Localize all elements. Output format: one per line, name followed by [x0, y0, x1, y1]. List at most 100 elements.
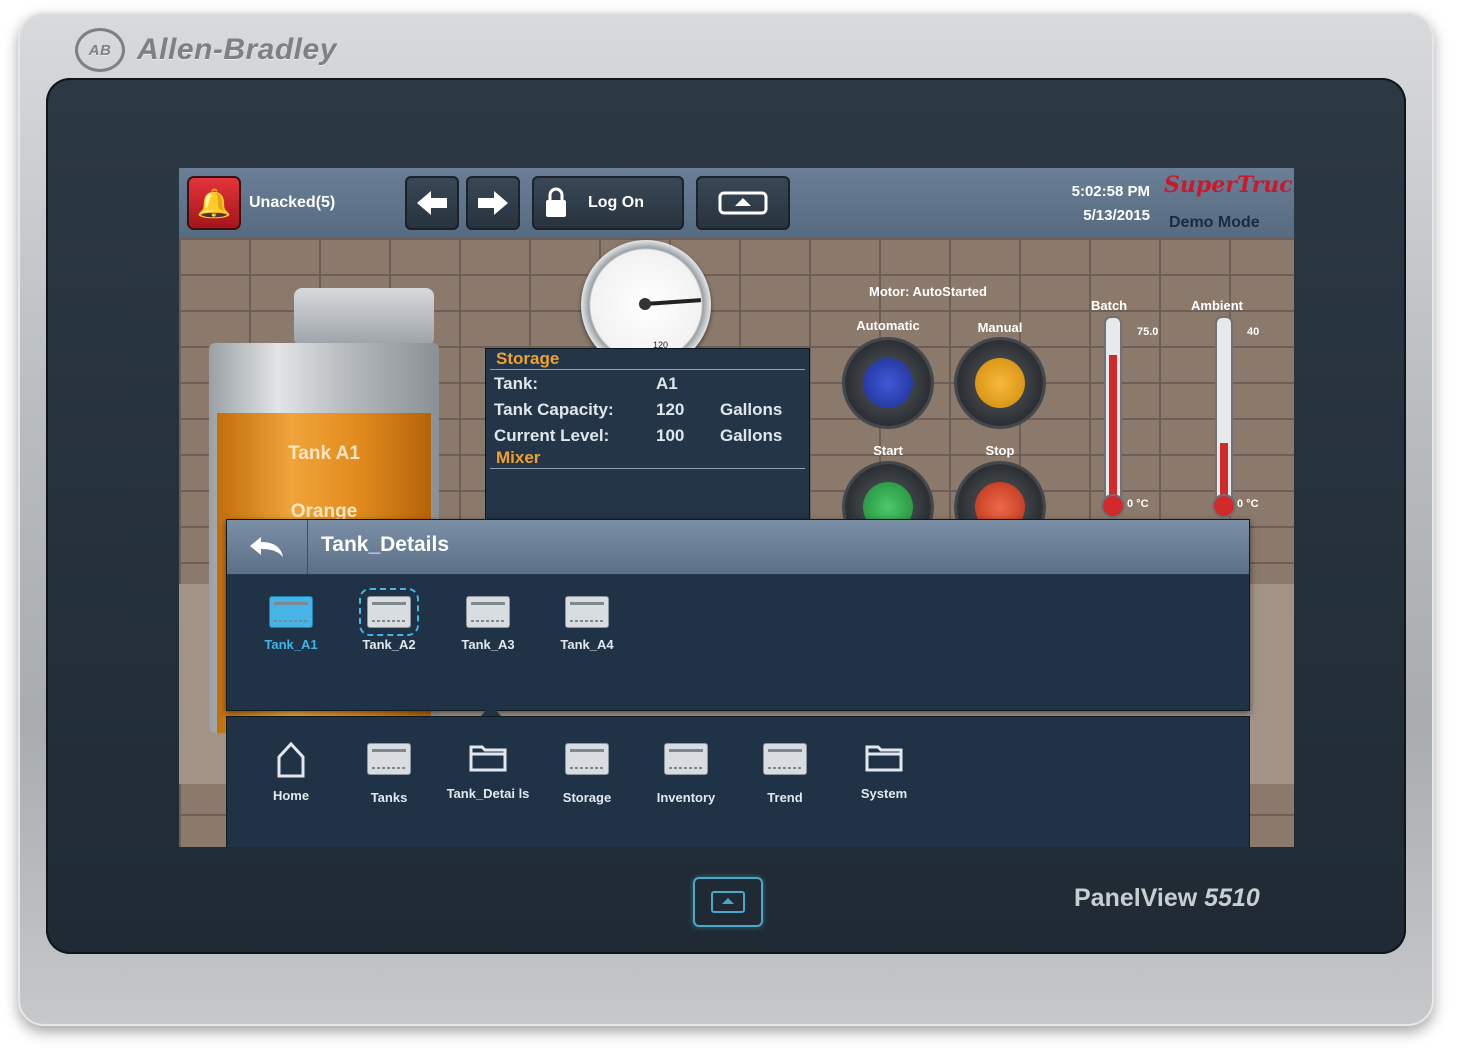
nav-item-storage[interactable]: Storage — [541, 743, 633, 806]
info-value: 100 — [656, 426, 685, 445]
nav-label: Home — [272, 788, 310, 803]
manual-button-cap — [975, 358, 1025, 408]
nav-item-tank-details[interactable]: Tank_Detai ls — [442, 741, 534, 802]
panel-title: Tank_Details — [321, 533, 449, 556]
alarm-bell-icon[interactable]: 🔔 — [189, 178, 239, 228]
display-screen-icon — [466, 596, 510, 628]
tank-a2-item[interactable]: Tank_A2 — [343, 588, 435, 653]
time-text: 5:02:58 PM — [1071, 183, 1150, 200]
demo-mode-label: Demo Mode — [1169, 214, 1260, 231]
panel-back-button[interactable] — [227, 520, 308, 574]
info-unit: Gallons — [720, 400, 783, 419]
display-screen-icon — [664, 743, 708, 775]
model-number: 5510 — [1204, 884, 1260, 912]
info-key: Tank: — [494, 374, 539, 393]
info-key: Tank Capacity: — [494, 400, 614, 419]
show-navigation-button[interactable] — [696, 176, 790, 230]
batch-temp-value: 75.0 — [1137, 326, 1159, 338]
nav-label: Inventory — [656, 790, 716, 805]
storage-header: Storage — [490, 349, 805, 370]
folder-icon — [865, 745, 903, 772]
automatic-button[interactable] — [845, 340, 931, 426]
manual-button[interactable] — [957, 340, 1043, 426]
tank-a3-item[interactable]: Tank_A3 — [442, 596, 534, 653]
arrow-left-icon — [417, 191, 447, 215]
item-label: Tank_A3 — [461, 637, 515, 652]
back-curved-arrow-icon — [250, 537, 283, 557]
info-row: Current Level: 100 Gallons — [486, 422, 809, 448]
navigation-menu: Home Tanks Tank_Detai ls Storage Invento… — [226, 716, 1250, 847]
tank-details-header: Tank_Details — [227, 520, 1249, 575]
batch-thermometer-bulb — [1101, 494, 1125, 518]
arrow-right-icon — [478, 191, 508, 215]
ambient-temp-value: 40 — [1247, 326, 1260, 338]
ambient-temp-label: Ambient — [1191, 298, 1243, 313]
tank-a1-item[interactable]: Tank_A1 — [245, 596, 337, 653]
folder-icon — [469, 745, 507, 772]
eject-up-icon — [711, 891, 745, 913]
motor-status-title: Motor: AutoStarted — [869, 284, 987, 299]
clock-display: 5:02:58 PM 5/13/2015 — [1044, 180, 1150, 228]
nav-item-system[interactable]: System — [838, 741, 930, 802]
nav-item-home[interactable]: Home — [245, 741, 337, 804]
storage-info-panel: Storage Tank: A1 Tank Capacity: 120 Gall… — [485, 348, 810, 540]
mixer-motor-graphic — [294, 288, 434, 346]
model-label: PanelView 5510 — [1074, 884, 1260, 913]
ab-logo-icon: AB — [75, 28, 125, 72]
info-key: Current Level: — [494, 426, 610, 445]
display-screen-icon — [367, 743, 411, 775]
gauge-pivot — [639, 298, 651, 310]
batch-temp-min: 0 °C — [1127, 498, 1149, 510]
ambient-temp-min: 0 °C — [1237, 498, 1259, 510]
item-label: Tank_A4 — [560, 637, 614, 652]
hardware-nav-button[interactable] — [693, 877, 763, 927]
info-unit: Gallons — [720, 426, 783, 445]
log-on-button[interactable]: Log On — [532, 176, 684, 230]
automatic-label: Automatic — [856, 318, 920, 333]
item-label: Tank_A1 — [264, 637, 318, 652]
nav-item-tanks[interactable]: Tanks — [343, 743, 435, 806]
item-label: Tank_A2 — [362, 637, 416, 652]
brand-logo: AB Allen-Bradley — [75, 28, 337, 72]
automatic-button-cap — [863, 358, 913, 408]
nav-label: Storage — [562, 790, 612, 805]
forward-arrow-button[interactable] — [466, 176, 520, 230]
tank-details-panel: Tank_Details Tank_A1 Tank_A2 Tank_A3 Tan… — [226, 519, 1250, 711]
hmi-screen: 🔔 Unacked(5) Log On 5:02:58 PM 5/13/2015… — [179, 168, 1294, 847]
gauge-needle — [644, 298, 702, 306]
tank-label: Tank A1 — [288, 443, 360, 464]
model-prefix: PanelView — [1074, 884, 1198, 912]
tank-a4-item[interactable]: Tank_A4 — [541, 596, 633, 653]
eject-up-icon — [718, 191, 768, 215]
nav-label: Tanks — [370, 790, 408, 805]
ambient-thermometer-bulb — [1212, 494, 1236, 518]
display-screen-icon — [359, 588, 419, 636]
unacked-alarms-label: Unacked(5) — [249, 194, 336, 211]
nav-label: Tank_Detai ls — [446, 786, 530, 801]
manual-label: Manual — [977, 320, 1023, 335]
display-screen-icon — [763, 743, 807, 775]
ambient-thermometer-fill — [1220, 443, 1228, 496]
nav-label: Trend — [767, 790, 803, 805]
supertruck-logo: SuperTruck — [1164, 172, 1294, 198]
info-row: Tank: A1 — [486, 370, 809, 396]
display-screen-icon — [269, 596, 313, 628]
home-icon — [277, 741, 305, 778]
info-value: 120 — [656, 400, 685, 419]
info-row: Tank Capacity: 120 Gallons — [486, 396, 809, 422]
nav-item-trend[interactable]: Trend — [739, 743, 831, 806]
brand-name: Allen-Bradley — [137, 33, 337, 66]
batch-thermometer-fill — [1109, 355, 1117, 496]
top-bar: 🔔 Unacked(5) Log On 5:02:58 PM 5/13/2015… — [179, 168, 1294, 238]
info-value: A1 — [656, 374, 678, 393]
display-screen-icon — [565, 743, 609, 775]
nav-item-inventory[interactable]: Inventory — [640, 743, 732, 806]
date-text: 5/13/2015 — [1083, 207, 1150, 224]
ambient-thermometer — [1212, 316, 1236, 518]
nav-label: System — [860, 786, 908, 801]
display-screen-icon — [565, 596, 609, 628]
lock-icon — [546, 187, 566, 217]
back-arrow-button[interactable] — [405, 176, 459, 230]
mixer-header: Mixer — [490, 448, 805, 469]
batch-temp-label: Batch — [1091, 298, 1128, 313]
